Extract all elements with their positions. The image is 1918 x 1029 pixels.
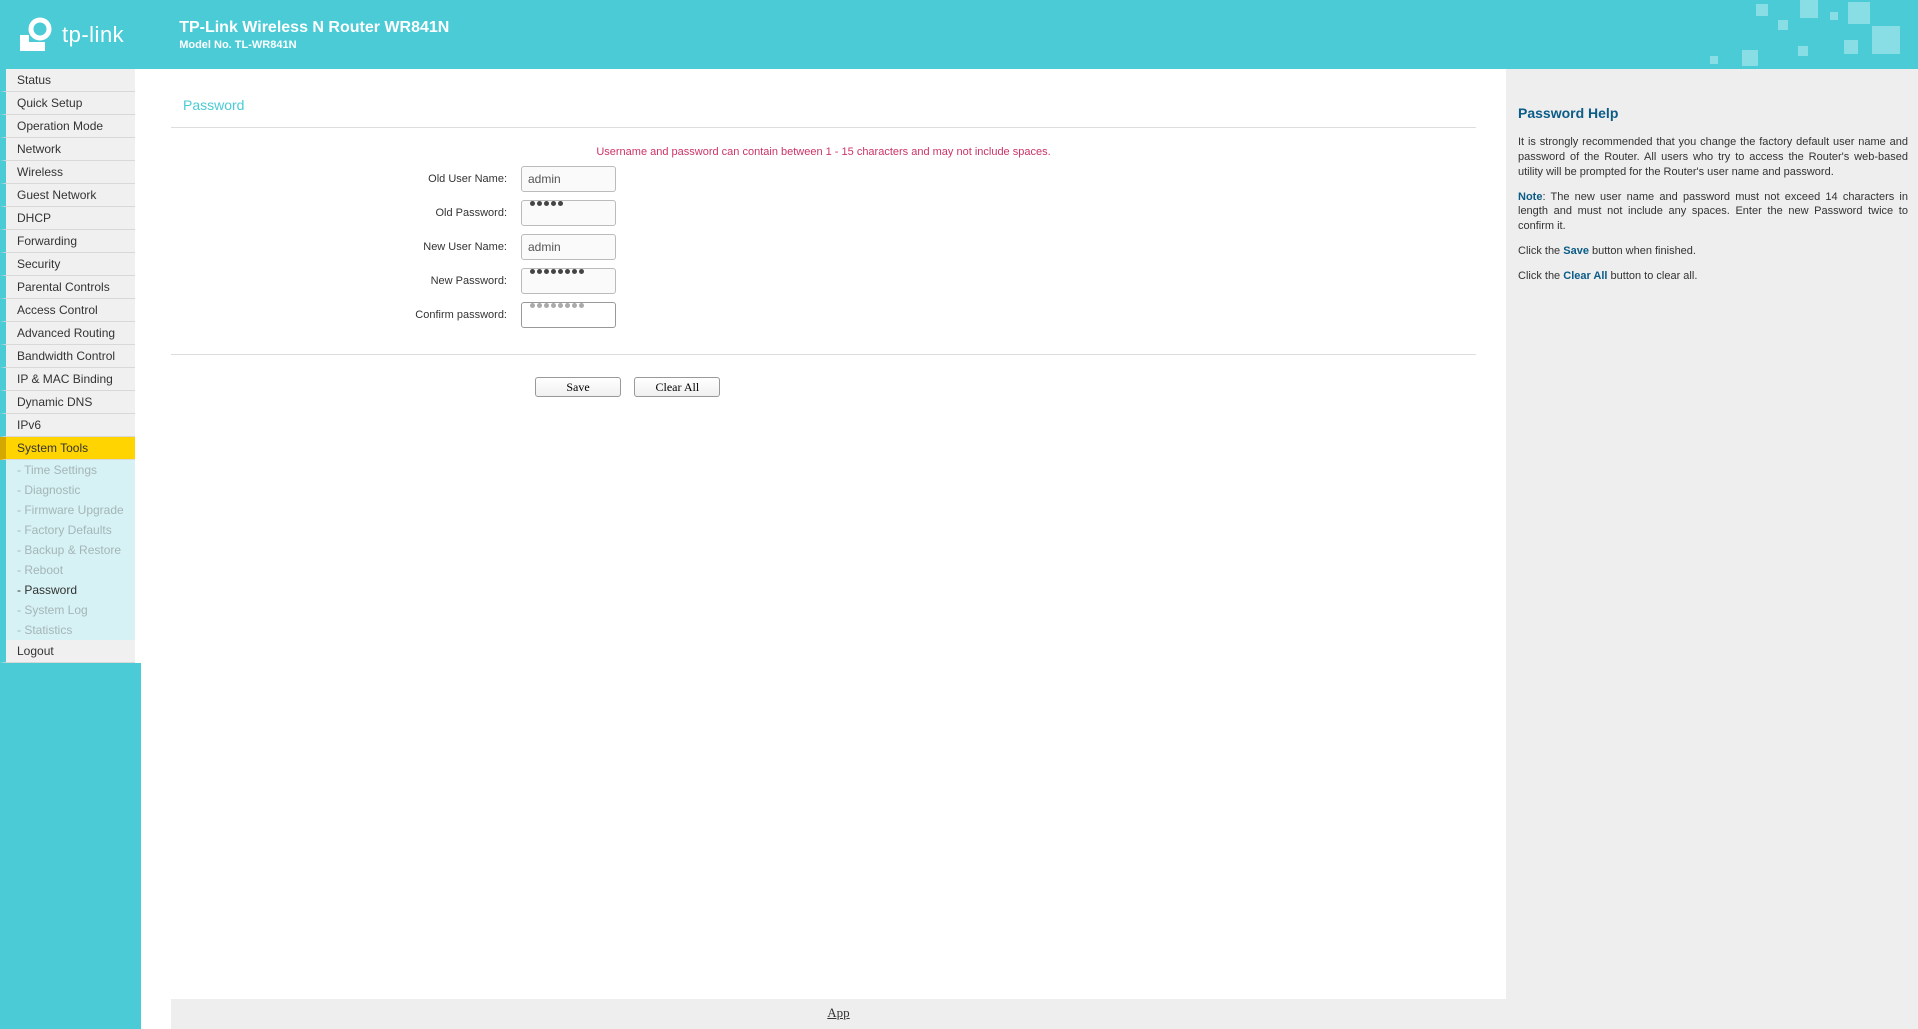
subnav-item-time-settings[interactable]: - Time Settings — [6, 460, 135, 480]
nav-item-bandwidth-control[interactable]: Bandwidth Control — [0, 345, 135, 368]
nav-item-quick-setup[interactable]: Quick Setup — [0, 92, 135, 115]
nav-item-parental-controls[interactable]: Parental Controls — [0, 276, 135, 299]
old-username-input[interactable] — [521, 166, 616, 192]
header-decoration — [1698, 0, 1918, 69]
form-divider — [171, 354, 1476, 355]
main-content: Password Username and password can conta… — [141, 69, 1506, 1029]
new-username-input[interactable] — [521, 234, 616, 260]
subnav-item-reboot[interactable]: - Reboot — [6, 560, 135, 580]
label-confirm-password: Confirm password: — [171, 309, 521, 321]
product-title: TP-Link Wireless N Router WR841N — [179, 19, 449, 37]
model-number: Model No. TL-WR841N — [179, 39, 449, 51]
subnav-item-diagnostic[interactable]: - Diagnostic — [6, 480, 135, 500]
nav-item-network[interactable]: Network — [0, 138, 135, 161]
nav-item-logout[interactable]: Logout — [0, 640, 135, 663]
help-panel: Password Help It is strongly recommended… — [1506, 69, 1918, 1029]
save-button[interactable]: Save — [535, 377, 621, 397]
header: tp-link TP-Link Wireless N Router WR841N… — [0, 0, 1918, 69]
nav-item-access-control[interactable]: Access Control — [0, 299, 135, 322]
subnav-item-statistics[interactable]: - Statistics — [6, 620, 135, 640]
subnav-item-factory-defaults[interactable]: - Factory Defaults — [6, 520, 135, 540]
nav-item-dynamic-dns[interactable]: Dynamic DNS — [0, 391, 135, 414]
help-note-label: Note — [1518, 191, 1542, 203]
help-paragraph-note: Note: The new user name and password mus… — [1518, 190, 1908, 235]
subnav-item-firmware-upgrade[interactable]: - Firmware Upgrade — [6, 500, 135, 520]
new-password-input[interactable] — [521, 268, 616, 294]
validation-hint: Username and password can contain betwee… — [171, 146, 1476, 158]
app-link[interactable]: App — [827, 1005, 849, 1021]
nav-item-advanced-routing[interactable]: Advanced Routing — [0, 322, 135, 345]
label-new-username: New User Name: — [171, 241, 521, 253]
help-title: Password Help — [1518, 105, 1908, 121]
nav-item-operation-mode[interactable]: Operation Mode — [0, 115, 135, 138]
subnav-item-system-log[interactable]: - System Log — [6, 600, 135, 620]
nav-item-guest-network[interactable]: Guest Network — [0, 184, 135, 207]
label-old-username: Old User Name: — [171, 173, 521, 185]
help-paragraph-1: It is strongly recommended that you chan… — [1518, 135, 1908, 180]
label-new-password: New Password: — [171, 275, 521, 287]
brand-text: tp-link — [62, 22, 124, 48]
help-paragraph-clear: Click the Clear All button to clear all. — [1518, 269, 1908, 284]
brand-logo: tp-link — [16, 15, 124, 55]
subnav-item-password[interactable]: - Password — [6, 580, 135, 600]
nav-item-system-tools[interactable]: System Tools — [0, 437, 135, 460]
nav-item-ipv6[interactable]: IPv6 — [0, 414, 135, 437]
nav-item-forwarding[interactable]: Forwarding — [0, 230, 135, 253]
nav-item-security[interactable]: Security — [0, 253, 135, 276]
nav-item-ip-mac-binding[interactable]: IP & MAC Binding — [0, 368, 135, 391]
confirm-password-input[interactable] — [521, 302, 616, 328]
nav-item-dhcp[interactable]: DHCP — [0, 207, 135, 230]
tplink-logo-icon — [16, 15, 56, 55]
header-title-block: TP-Link Wireless N Router WR841N Model N… — [179, 19, 449, 51]
page-title: Password — [171, 97, 1476, 128]
help-paragraph-save: Click the Save button when finished. — [1518, 244, 1908, 259]
old-password-input[interactable] — [521, 200, 616, 226]
footer-bar: App — [171, 999, 1506, 1029]
nav-item-wireless[interactable]: Wireless — [0, 161, 135, 184]
nav-item-status[interactable]: Status — [0, 69, 135, 92]
clear-all-button[interactable]: Clear All — [634, 377, 720, 397]
sidebar: StatusQuick SetupOperation ModeNetworkWi… — [0, 69, 141, 1029]
subnav-item-backup-restore[interactable]: - Backup & Restore — [6, 540, 135, 560]
label-old-password: Old Password: — [171, 207, 521, 219]
